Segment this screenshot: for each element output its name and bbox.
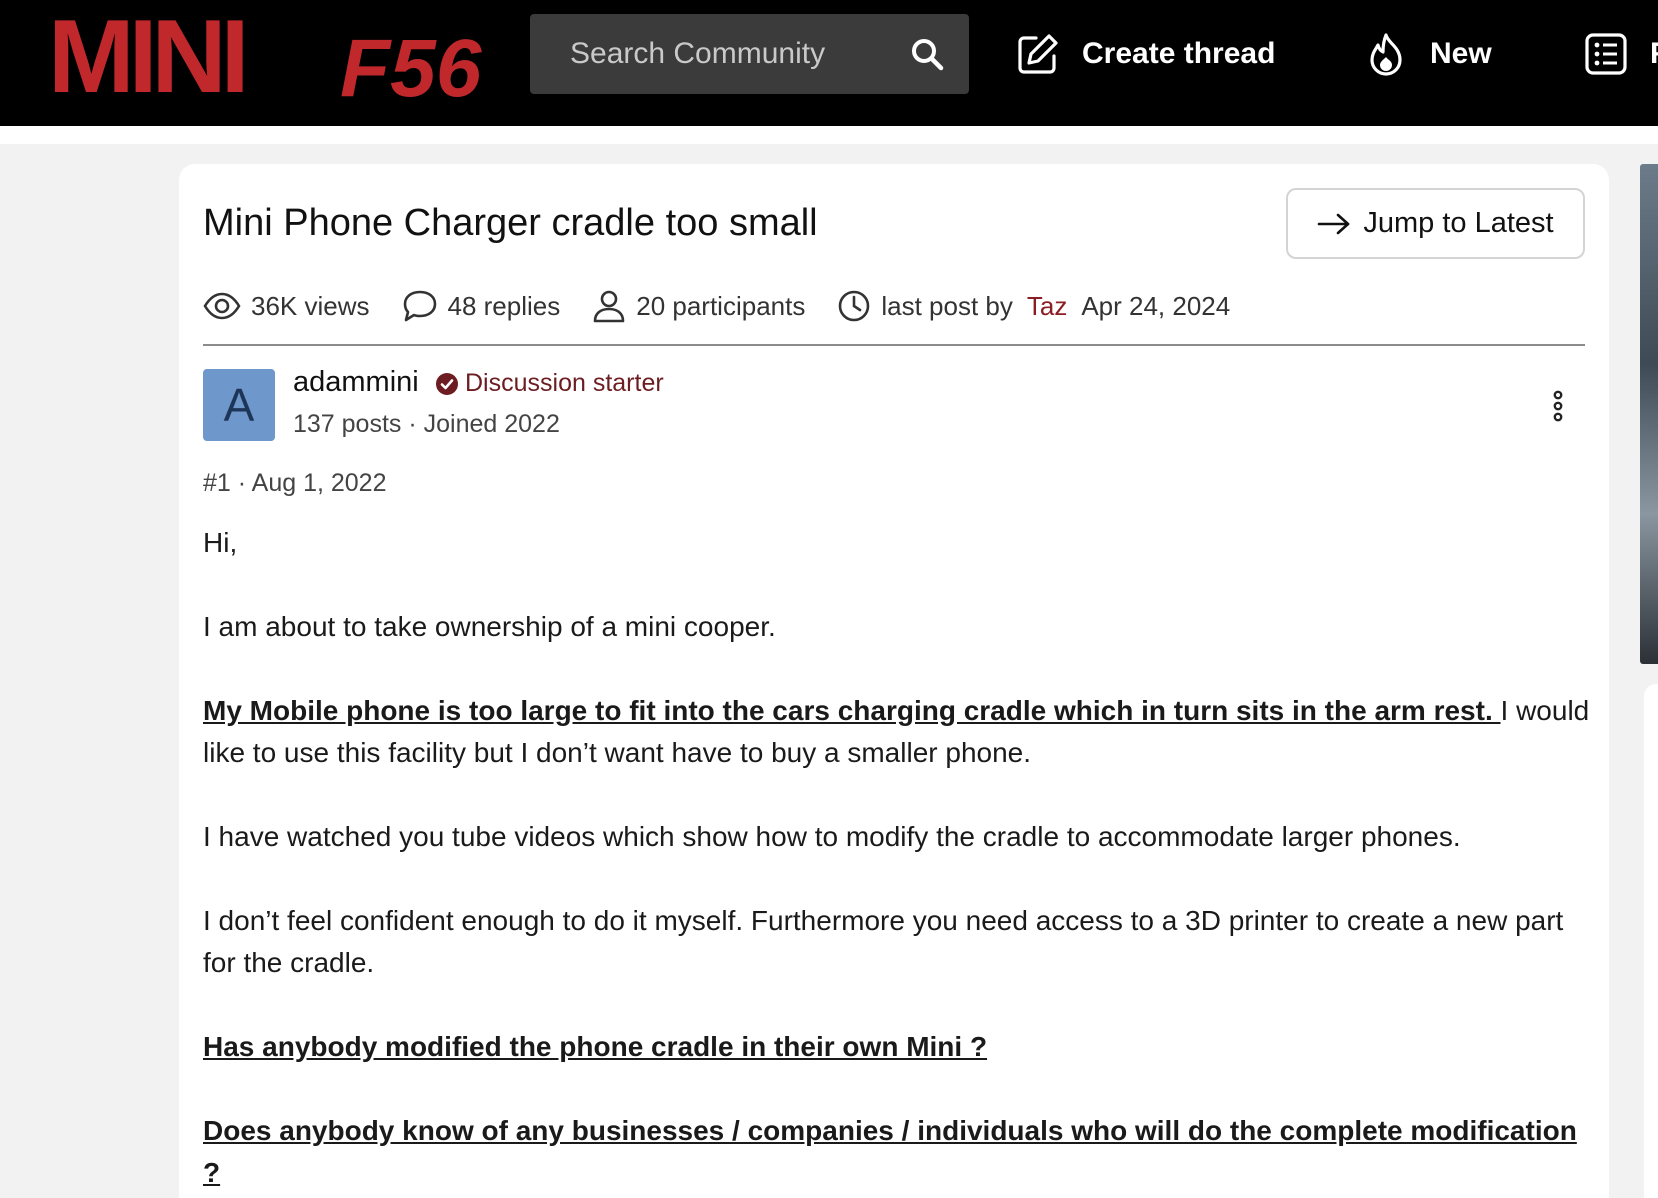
last-post-user-link[interactable]: Taz [1027,291,1067,322]
thread-stats: 36K views 48 replies 20 participants las… [203,282,1262,330]
verified-check-icon [436,372,458,395]
views-stat: 36K views [203,291,370,322]
search-icon[interactable] [909,36,945,72]
post-author-username[interactable]: adammini [293,366,419,399]
jump-to-latest-button[interactable]: Jump to Latest [1286,188,1585,259]
post-paragraph-4: I don’t feel confident enough to do it m… [203,905,1564,978]
discussion-starter-label: Discussion starter [465,369,664,397]
thread-card: Mini Phone Charger cradle too small Jump… [179,164,1609,1198]
post-body: Hi, I am about to take ownership of a mi… [203,522,1593,1198]
create-thread-label: Create thread [1082,37,1276,70]
views-count: 36K views [251,290,370,321]
pencil-square-icon [1018,34,1058,74]
avatar[interactable]: A [203,369,275,441]
last-post-date[interactable]: Apr 24, 2024 [1081,291,1230,322]
header-spacer [0,126,1658,144]
create-thread-button[interactable]: Create thread [1016,28,1275,80]
participants-stat: 20 participants [592,289,805,323]
sidebar-image-partial [1640,164,1658,664]
sidebar-card-partial [1644,684,1658,1198]
user-icon [593,290,625,323]
eye-icon [203,292,241,320]
post-paragraph-1: I am about to take ownership of a mini c… [203,611,776,642]
jump-to-latest-label: Jump to Latest [1363,207,1554,239]
participants-count: 20 participants [636,290,806,321]
search-box [530,14,969,94]
search-input[interactable] [570,14,900,94]
site-logo[interactable]: MINI F56 [48,10,488,106]
post-paragraph-3: I have watched you tube videos which sho… [203,821,1461,852]
list-nav-label: F [1650,37,1658,71]
new-posts-label: New [1430,37,1492,70]
speech-bubble-icon [403,290,436,322]
post-options-menu-icon[interactable] [1543,386,1573,426]
post-greeting: Hi, [203,527,238,558]
last-post-prefix: last post by [881,290,1013,321]
arrow-right-icon [1318,213,1350,234]
new-posts-button[interactable]: New [1364,28,1492,80]
last-post-stat: last post by Taz Apr 24, 2024 [837,289,1230,323]
thread-title: Mini Phone Charger cradle too small [203,202,818,244]
logo-text-model: F56 [340,23,483,106]
list-nav-button[interactable]: F [1584,28,1658,80]
flame-icon [1370,33,1402,76]
post-number-date[interactable]: #1 · Aug 1, 2022 [203,469,386,498]
discussion-starter-badge: Discussion starter [435,369,664,398]
list-icon [1585,33,1627,75]
post-paragraph-2: My Mobile phone is too large to fit into… [203,690,1593,774]
post-question-1: Has anybody modified the phone cradle in… [203,1031,988,1062]
post-question-2: Does anybody know of any businesses / co… [203,1115,1577,1188]
top-navigation-bar: MINI F56 Create thread New F [0,0,1658,126]
replies-stat: 48 replies [402,289,561,323]
logo-text-main: MINI [48,10,244,106]
post-emphasis-1: My Mobile phone is too large to fit into… [203,695,1501,726]
clock-icon [839,290,870,322]
header-divider [203,344,1585,346]
replies-count: 48 replies [447,290,561,321]
author-meta: 137 posts · Joined 2022 [293,410,560,438]
